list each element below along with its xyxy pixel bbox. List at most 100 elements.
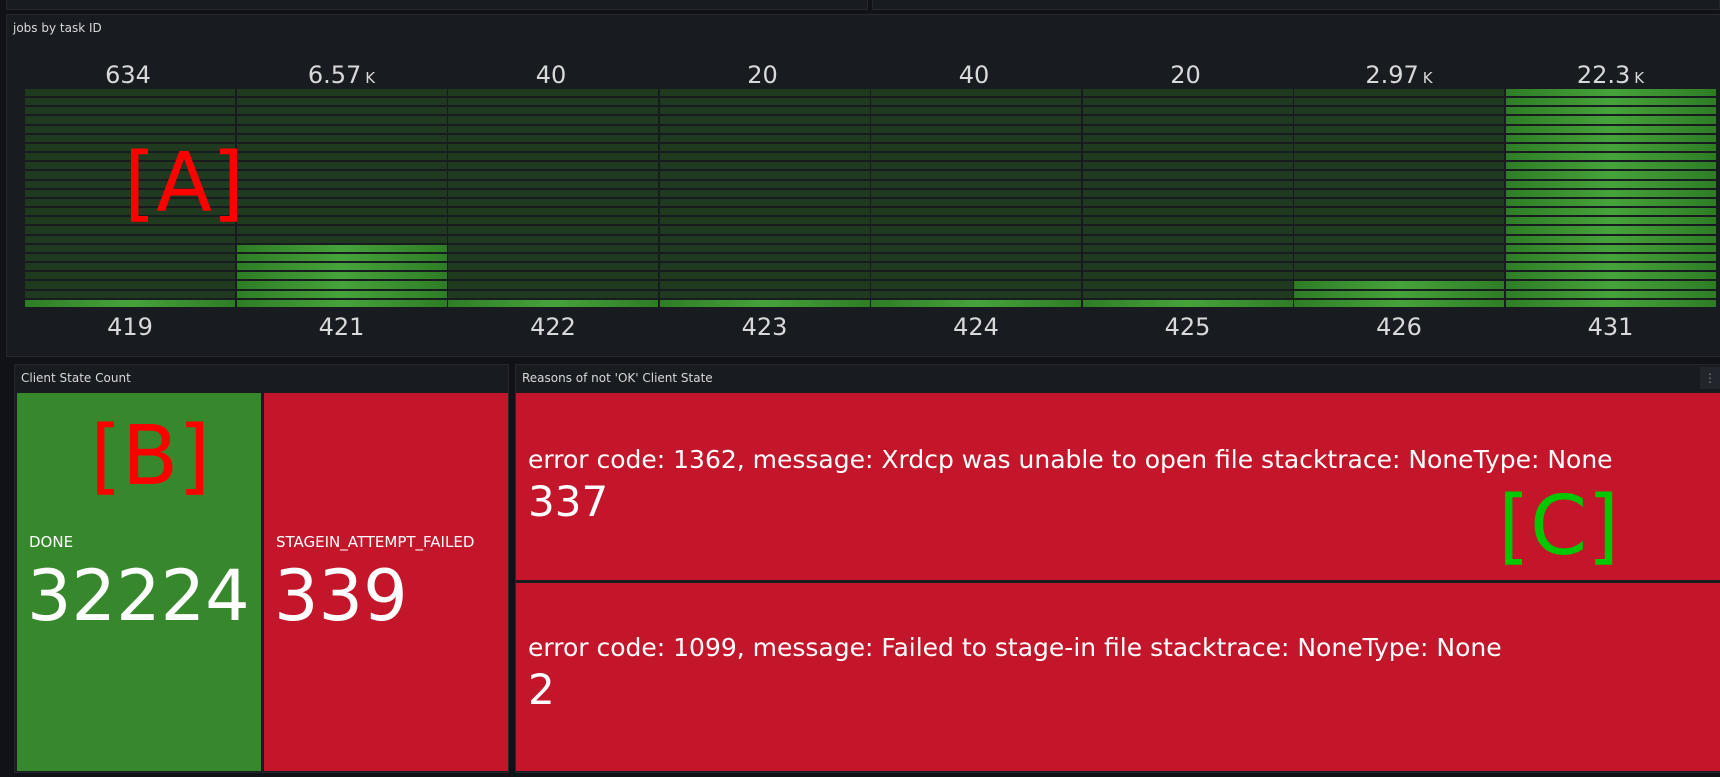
bar-segment <box>871 162 1081 170</box>
bar-segment <box>659 171 870 179</box>
bar-segment <box>448 180 658 188</box>
top-panel-strip-left <box>6 0 868 10</box>
bar-column-423[interactable]: 20 423 <box>659 15 870 358</box>
client-state-panel-title[interactable]: Client State Count <box>21 371 131 385</box>
bar-label: 422 <box>530 313 576 341</box>
bar-segment <box>1294 244 1504 252</box>
bar-segment <box>1294 253 1504 262</box>
bar-column-422[interactable]: 40 422 <box>448 15 658 358</box>
bar-segment <box>871 143 1081 152</box>
bar-segment <box>659 217 870 225</box>
bar-value: 40 <box>871 61 1081 89</box>
bar-segment <box>1294 263 1504 271</box>
panel-menu-icon[interactable]: ⋮ <box>1700 367 1720 389</box>
bar-segment <box>25 235 235 243</box>
bar-segment <box>1505 198 1716 207</box>
bar-segment <box>1082 217 1293 225</box>
bar-segment <box>659 125 870 133</box>
bar-segment <box>236 272 447 280</box>
bar-segment <box>1082 153 1293 161</box>
bar-column-425[interactable]: 20 425 <box>1082 15 1293 358</box>
bar-value: 634 <box>25 61 235 89</box>
bar-segment <box>236 253 447 262</box>
bar-segment <box>448 226 658 234</box>
reason-2-value: 2 <box>528 665 555 714</box>
bar-segment <box>659 116 870 124</box>
bar-column-426[interactable]: 2.97 K 426 <box>1294 15 1504 358</box>
annotation-c: [C] <box>1498 479 1620 574</box>
bar-label: 425 <box>1164 313 1211 341</box>
bar-segment <box>1294 116 1504 124</box>
bar-segment <box>448 290 658 298</box>
bar-segment <box>1505 272 1716 280</box>
bar-column-431[interactable]: 22.3 K 431 <box>1505 15 1716 358</box>
bar-segment <box>1505 217 1716 225</box>
bar-segment <box>448 107 658 115</box>
bar-segment <box>871 263 1081 271</box>
bar-segment <box>1505 125 1716 133</box>
bar-value: 22.3 K <box>1506 61 1716 89</box>
bar-segment <box>1294 189 1504 197</box>
bar-segment <box>1294 88 1504 97</box>
bar-segment <box>448 98 658 106</box>
bar-value-number: 20 <box>747 61 778 89</box>
bar-segment <box>236 244 447 252</box>
bar-segment <box>236 125 447 133</box>
bar-segment <box>25 253 235 262</box>
bar-gauge-bar <box>1294 88 1504 307</box>
bar-segment <box>1082 116 1293 124</box>
bar-segment <box>659 198 870 207</box>
reason-1-value: 337 <box>528 477 609 526</box>
bar-segment <box>1294 171 1504 179</box>
bar-segment <box>1505 98 1716 106</box>
bar-segment <box>448 272 658 280</box>
bar-segment <box>1294 98 1504 106</box>
bar-label: 423 <box>741 313 788 341</box>
bar-segment <box>1505 208 1716 216</box>
bar-segment <box>1505 116 1716 124</box>
bar-segment <box>1294 299 1504 307</box>
bar-segment <box>1294 107 1504 115</box>
bar-value-suffix: K <box>1634 69 1645 87</box>
bar-segment <box>659 290 870 298</box>
bar-segment <box>1082 198 1293 207</box>
bar-segment <box>236 153 447 161</box>
bar-gauge-bar <box>1082 88 1293 307</box>
bar-segment <box>1294 162 1504 170</box>
bar-value: 6.57 K <box>237 61 447 89</box>
bar-segment <box>1082 253 1293 262</box>
bar-segment <box>1505 143 1716 152</box>
bar-value-number: 40 <box>535 61 567 89</box>
reason-2-text: error code: 1099, message: Failed to sta… <box>528 633 1502 662</box>
bar-segment <box>1294 208 1504 216</box>
bar-segment <box>236 198 447 207</box>
bar-value-number: 6.57 <box>307 61 362 89</box>
reasons-panel-title[interactable]: Reasons of not 'OK' Client State <box>522 371 713 385</box>
bar-segment <box>448 299 658 307</box>
bar-segment <box>871 88 1081 97</box>
bar-segment <box>448 88 658 97</box>
bar-segment <box>659 189 870 197</box>
bar-segment <box>236 226 447 234</box>
bar-segment <box>659 180 870 188</box>
bar-segment <box>871 189 1081 197</box>
bar-column-424[interactable]: 40 424 <box>871 15 1081 358</box>
bar-segment <box>659 299 870 307</box>
bar-segment <box>871 299 1081 307</box>
bar-segment <box>659 134 870 142</box>
bar-column-421[interactable]: 6.57 K 421 <box>236 15 447 358</box>
annotation-b: [B] <box>90 409 211 504</box>
bar-segment <box>25 88 235 97</box>
bar-segment <box>659 162 870 170</box>
bar-segment <box>448 134 658 142</box>
bar-value: 40 <box>448 61 658 89</box>
bar-segment <box>871 171 1081 179</box>
stat-stagein-failed-value: 339 <box>274 555 408 637</box>
bar-segment <box>1505 162 1716 170</box>
bar-segment <box>871 107 1081 115</box>
bar-value-number: 634 <box>105 61 151 89</box>
bar-label: 424 <box>953 313 999 341</box>
bar-segment <box>1294 281 1504 289</box>
reason-item-2: error code: 1099, message: Failed to sta… <box>516 583 1720 771</box>
bar-segment <box>1294 217 1504 225</box>
